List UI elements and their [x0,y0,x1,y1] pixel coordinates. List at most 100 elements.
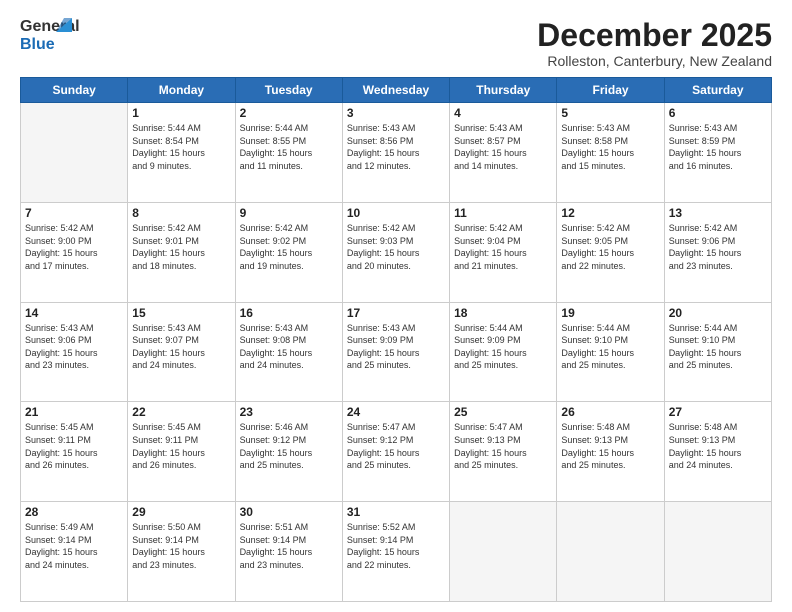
header: General Blue December 2025 Rolleston, Ca… [20,18,772,69]
cell-info: Sunrise: 5:48 AMSunset: 9:13 PMDaylight:… [669,421,767,471]
week-row-2: 7 Sunrise: 5:42 AMSunset: 9:00 PMDaylight… [21,202,772,302]
calendar-page: General Blue December 2025 Rolleston, Ca… [0,0,792,612]
day-number: 11 [454,206,552,220]
calendar-cell: 4 Sunrise: 5:43 AMSunset: 8:57 PMDaylight… [450,103,557,203]
calendar-cell: 18Sunrise: 5:44 AMSunset: 9:09 PMDayligh… [450,302,557,402]
header-friday: Friday [557,78,664,103]
calendar-cell: 29Sunrise: 5:50 AMSunset: 9:14 PMDayligh… [128,502,235,602]
calendar-cell: 17 Sunrise: 5:43 AMSunset: 9:09 PMDayligh… [342,302,449,402]
week-row-3: 14Sunrise: 5:43 AMSunset: 9:06 PMDayligh… [21,302,772,402]
cell-info: Sunrise: 5:47 AMSunset: 9:12 PMDaylight:… [347,421,445,471]
cell-info: Sunrise: 5:51 AMSunset: 9:14 PMDaylight:… [240,521,338,571]
calendar-cell: 30 Sunrise: 5:51 AMSunset: 9:14 PMDayligh… [235,502,342,602]
calendar-cell: 16Sunrise: 5:43 AMSunset: 9:08 PMDayligh… [235,302,342,402]
calendar-cell: 23 Sunrise: 5:46 AMSunset: 9:12 PMDayligh… [235,402,342,502]
day-number: 22 [132,405,230,419]
calendar-cell: 15 Sunrise: 5:43 AMSunset: 9:07 PMDayligh… [128,302,235,402]
calendar-cell [450,502,557,602]
cell-info: Sunrise: 5:42 AMSunset: 9:01 PMDaylight:… [132,222,230,272]
month-title: December 2025 [537,18,772,53]
location: Rolleston, Canterbury, New Zealand [537,53,772,69]
calendar-cell: 28 Sunrise: 5:49 AMSunset: 9:14 PMDayligh… [21,502,128,602]
day-number: 10 [347,206,445,220]
cell-info: Sunrise: 5:43 AMSunset: 8:58 PMDaylight:… [561,122,659,172]
header-saturday: Saturday [664,78,771,103]
day-number: 8 [132,206,230,220]
day-number: 25 [454,405,552,419]
day-number: 1 [132,106,230,120]
day-number: 13 [669,206,767,220]
days-header-row: Sunday Monday Tuesday Wednesday Thursday… [21,78,772,103]
calendar-cell: 12 Sunrise: 5:42 AMSunset: 9:05 PMDayligh… [557,202,664,302]
cell-info: Sunrise: 5:43 AMSunset: 9:09 PMDaylight:… [347,322,445,372]
calendar-cell [664,502,771,602]
cell-info: Sunrise: 5:48 AMSunset: 9:13 PMDaylight:… [561,421,659,471]
cell-info: Sunrise: 5:49 AMSunset: 9:14 PMDaylight:… [25,521,123,571]
calendar-cell: 3 Sunrise: 5:43 AMSunset: 8:56 PMDaylight… [342,103,449,203]
day-number: 6 [669,106,767,120]
calendar-cell: 24 Sunrise: 5:47 AMSunset: 9:12 PMDayligh… [342,402,449,502]
cell-info: Sunrise: 5:44 AMSunset: 8:54 PMDaylight:… [132,122,230,172]
day-number: 12 [561,206,659,220]
day-number: 26 [561,405,659,419]
calendar-cell: 1 Sunrise: 5:44 AMSunset: 8:54 PMDaylight… [128,103,235,203]
day-number: 5 [561,106,659,120]
day-number: 3 [347,106,445,120]
week-row-1: 1 Sunrise: 5:44 AMSunset: 8:54 PMDaylight… [21,103,772,203]
cell-info: Sunrise: 5:43 AMSunset: 9:07 PMDaylight:… [132,322,230,372]
header-tuesday: Tuesday [235,78,342,103]
day-number: 2 [240,106,338,120]
calendar-cell: 22 Sunrise: 5:45 AMSunset: 9:11 PMDayligh… [128,402,235,502]
calendar-cell: 13Sunrise: 5:42 AMSunset: 9:06 PMDayligh… [664,202,771,302]
day-number: 19 [561,306,659,320]
calendar-cell: 26 Sunrise: 5:48 AMSunset: 9:13 PMDayligh… [557,402,664,502]
calendar-table: Sunday Monday Tuesday Wednesday Thursday… [20,77,772,602]
title-section: December 2025 Rolleston, Canterbury, New… [537,18,772,69]
cell-info: Sunrise: 5:43 AMSunset: 9:06 PMDaylight:… [25,322,123,372]
calendar-cell: 11 Sunrise: 5:42 AMSunset: 9:04 PMDayligh… [450,202,557,302]
cell-info: Sunrise: 5:43 AMSunset: 9:08 PMDaylight:… [240,322,338,372]
cell-info: Sunrise: 5:42 AMSunset: 9:05 PMDaylight:… [561,222,659,272]
cell-info: Sunrise: 5:47 AMSunset: 9:13 PMDaylight:… [454,421,552,471]
week-row-5: 28 Sunrise: 5:49 AMSunset: 9:14 PMDayligh… [21,502,772,602]
cell-info: Sunrise: 5:46 AMSunset: 9:12 PMDaylight:… [240,421,338,471]
cell-info: Sunrise: 5:52 AMSunset: 9:14 PMDaylight:… [347,521,445,571]
calendar-cell: 10 Sunrise: 5:42 AMSunset: 9:03 PMDayligh… [342,202,449,302]
cell-info: Sunrise: 5:44 AMSunset: 9:10 PMDaylight:… [561,322,659,372]
day-number: 15 [132,306,230,320]
calendar-cell: 19 Sunrise: 5:44 AMSunset: 9:10 PMDayligh… [557,302,664,402]
cell-info: Sunrise: 5:42 AMSunset: 9:04 PMDaylight:… [454,222,552,272]
day-number: 24 [347,405,445,419]
header-sunday: Sunday [21,78,128,103]
cell-info: Sunrise: 5:44 AMSunset: 8:55 PMDaylight:… [240,122,338,172]
day-number: 4 [454,106,552,120]
cell-info: Sunrise: 5:43 AMSunset: 8:57 PMDaylight:… [454,122,552,172]
cell-info: Sunrise: 5:42 AMSunset: 9:03 PMDaylight:… [347,222,445,272]
day-number: 18 [454,306,552,320]
day-number: 28 [25,505,123,519]
calendar-cell: 27 Sunrise: 5:48 AMSunset: 9:13 PMDayligh… [664,402,771,502]
calendar-cell [557,502,664,602]
calendar-cell: 9Sunrise: 5:42 AMSunset: 9:02 PMDaylight… [235,202,342,302]
week-row-4: 21Sunrise: 5:45 AMSunset: 9:11 PMDayligh… [21,402,772,502]
header-wednesday: Wednesday [342,78,449,103]
cell-info: Sunrise: 5:50 AMSunset: 9:14 PMDaylight:… [132,521,230,571]
logo: General Blue [20,18,72,60]
cell-info: Sunrise: 5:45 AMSunset: 9:11 PMDaylight:… [132,421,230,471]
calendar-cell: 7 Sunrise: 5:42 AMSunset: 9:00 PMDaylight… [21,202,128,302]
header-thursday: Thursday [450,78,557,103]
calendar-cell [21,103,128,203]
cell-info: Sunrise: 5:42 AMSunset: 9:00 PMDaylight:… [25,222,123,272]
calendar-cell: 2 Sunrise: 5:44 AMSunset: 8:55 PMDaylight… [235,103,342,203]
day-number: 30 [240,505,338,519]
day-number: 23 [240,405,338,419]
day-number: 9 [240,206,338,220]
cell-info: Sunrise: 5:43 AMSunset: 8:56 PMDaylight:… [347,122,445,172]
day-number: 7 [25,206,123,220]
calendar-cell: 8 Sunrise: 5:42 AMSunset: 9:01 PMDaylight… [128,202,235,302]
day-number: 17 [347,306,445,320]
header-monday: Monday [128,78,235,103]
day-number: 27 [669,405,767,419]
calendar-cell: 14Sunrise: 5:43 AMSunset: 9:06 PMDayligh… [21,302,128,402]
calendar-cell: 6Sunrise: 5:43 AMSunset: 8:59 PMDaylight… [664,103,771,203]
